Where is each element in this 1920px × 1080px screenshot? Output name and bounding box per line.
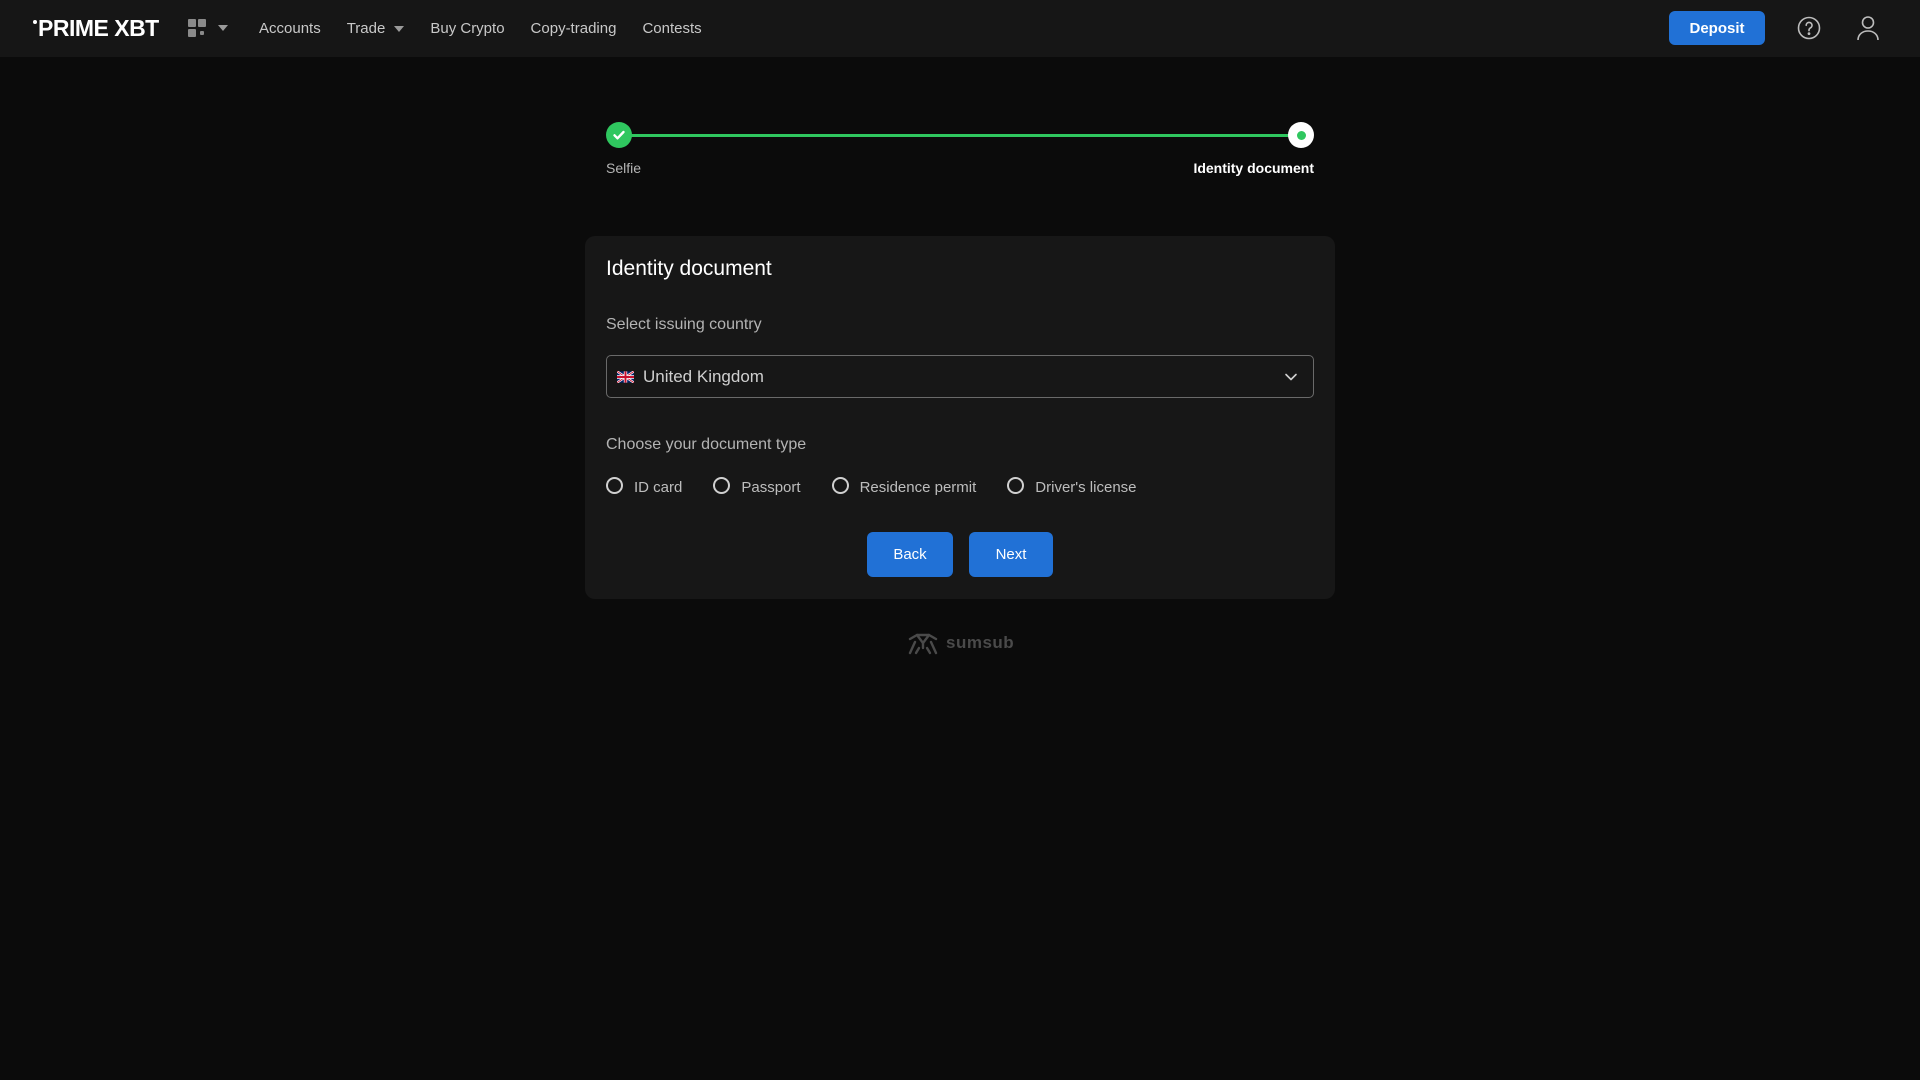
radio-drivers-license[interactable]: Driver's license: [1007, 476, 1137, 496]
back-button[interactable]: Back: [867, 532, 953, 577]
deposit-button[interactable]: Deposit: [1669, 11, 1765, 45]
radio-label: Passport: [741, 478, 801, 496]
current-step-dot: [1296, 130, 1306, 140]
caret-down-icon: [218, 25, 228, 31]
radio-residence-permit[interactable]: Residence permit: [831, 476, 977, 496]
logo-text: PRIME XBT: [38, 15, 159, 41]
document-type-options: ID card Passport Residence permit Driver…: [606, 474, 1168, 496]
step-label-selfie: Selfie: [606, 160, 642, 176]
help-circle-icon[interactable]: [1797, 16, 1821, 40]
radio-label: ID card: [634, 478, 683, 496]
radio-label: Residence permit: [859, 478, 977, 496]
identity-document-card: Identity document Select issuing country…: [585, 236, 1335, 599]
next-button[interactable]: Next: [969, 532, 1053, 577]
document-type-label: Choose your document type: [606, 436, 807, 453]
nav-buy-crypto[interactable]: Buy Crypto: [430, 20, 504, 37]
nav-trade[interactable]: Trade: [347, 20, 405, 37]
nav-copy-trading[interactable]: Copy-trading: [531, 20, 617, 37]
sumsub-branding: sumsub: [906, 630, 1014, 656]
step-label-identity-document: Identity document: [1193, 160, 1314, 176]
apps-menu-button[interactable]: [188, 16, 232, 40]
radio-circle[interactable]: [713, 476, 731, 494]
country-select[interactable]: United Kingdom: [606, 355, 1314, 398]
caret-down-icon: [394, 25, 405, 32]
radio-circle[interactable]: [1007, 476, 1025, 494]
country-label: Select issuing country: [606, 316, 762, 333]
nav-accounts[interactable]: Accounts: [259, 20, 321, 37]
radio-passport[interactable]: Passport: [713, 476, 801, 496]
country-select-value: United Kingdom: [643, 366, 764, 386]
nav-contests[interactable]: Contests: [642, 20, 701, 37]
verification-stepper: Selfie Identity document: [606, 122, 1314, 182]
step-selfie-indicator: [606, 122, 632, 148]
sumsub-logo-icon: [908, 633, 938, 655]
sumsub-wordmark: sumsub: [946, 633, 1015, 652]
radio-circle[interactable]: [606, 476, 623, 494]
user-icon[interactable]: [1856, 15, 1880, 41]
primexbt-logo[interactable]: PRIME XBT: [33, 15, 159, 42]
step-identity-indicator: [1288, 122, 1314, 148]
main-nav: Accounts Trade Buy Crypto Copy-trading C…: [259, 0, 728, 57]
uk-flag-icon: [617, 370, 634, 383]
radio-id-card[interactable]: ID card: [606, 476, 683, 496]
logo-dot: [33, 20, 37, 24]
card-title: Identity document: [606, 257, 772, 280]
stepper-progress-line: [618, 134, 1302, 137]
grid-icon: [188, 19, 206, 37]
radio-label: Driver's license: [1035, 478, 1137, 496]
top-navigation-bar: PRIME XBT Accounts Trade Buy Crypto Copy…: [0, 0, 1920, 57]
radio-circle[interactable]: [831, 476, 849, 494]
chevron-down-icon: [1285, 373, 1297, 381]
check-icon: [613, 130, 625, 140]
